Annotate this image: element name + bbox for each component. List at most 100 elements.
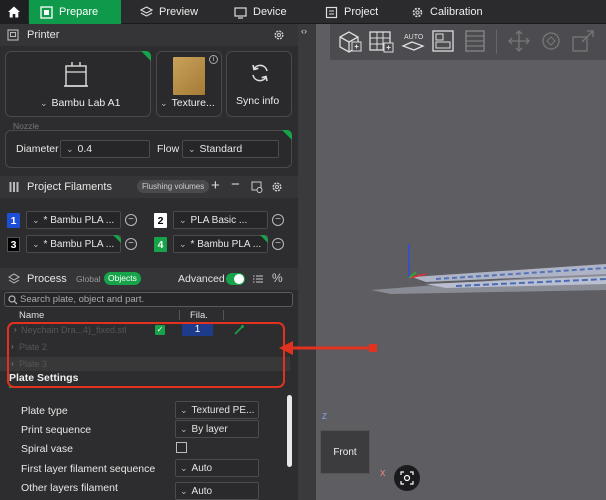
tab-preview[interactable]: Preview (140, 0, 210, 24)
move-icon[interactable] (506, 28, 532, 54)
remove-filament-2-icon[interactable]: − (272, 214, 284, 226)
diameter-select[interactable]: ⌄ 0.4 (60, 140, 150, 158)
axis-z-label: Z (322, 412, 327, 421)
add-cube-icon[interactable] (336, 28, 362, 54)
filament-name-4: * Bambu PLA ... (190, 238, 262, 250)
print-sequence-select[interactable]: ⌄ By layer (175, 420, 259, 438)
filament-select-1[interactable]: ⌄ * Bambu PLA ... (26, 211, 121, 229)
printer-model-icon (64, 62, 88, 87)
filament-icon (9, 182, 19, 192)
search-box[interactable]: Search plate, object and part. (4, 292, 293, 307)
remove-filament-4-icon[interactable]: − (272, 238, 284, 250)
info-icon[interactable]: i (209, 55, 218, 64)
highlight-box (7, 322, 285, 388)
annotation-arrow (279, 341, 377, 355)
compare-percent-icon[interactable]: % (272, 271, 283, 285)
sync-info-label: Sync info (236, 94, 280, 107)
process-icon (8, 273, 20, 284)
filament-sync-icon[interactable] (251, 181, 263, 193)
home-button[interactable] (0, 0, 28, 24)
filament-number-1: 1 (7, 213, 20, 228)
search-icon (8, 295, 18, 305)
object-list-header: Name Fila. (0, 309, 290, 321)
filaments-section-title: Project Filaments (27, 181, 112, 193)
add-plate-grid-icon[interactable] (368, 28, 394, 54)
filament-select-3[interactable]: ⌄ * Bambu PLA ... (26, 235, 121, 253)
toolbar-divider (496, 30, 497, 54)
viewport-toolbar: AUTO (330, 24, 606, 60)
tab-project[interactable]: Project (325, 0, 385, 24)
scale-icon[interactable] (570, 28, 596, 54)
chevron-down-icon: ⌄ (180, 485, 188, 496)
plate-type-select[interactable]: ⌄ Texture... (160, 97, 215, 109)
advanced-switch[interactable] (226, 273, 245, 285)
plate-type-select[interactable]: ⌄ Textured PE... (175, 401, 259, 419)
remove-filament-3-icon[interactable]: − (125, 238, 137, 250)
project-icon (325, 6, 338, 18)
column-divider (223, 310, 224, 320)
printer-select[interactable]: ⌄ Bambu Lab A1 (40, 97, 120, 109)
auto-orient-icon[interactable]: AUTO (400, 28, 426, 54)
nozzle-card: Diameter ⌄ 0.4 Flow ⌄ Standard (5, 130, 292, 168)
plate-card[interactable]: i ⌄ Texture... (156, 51, 222, 117)
filament-select-2[interactable]: ⌄ PLA Basic ... (173, 211, 268, 229)
filament-number-4: 4 (154, 237, 167, 252)
tab-device[interactable]: Device (234, 0, 294, 24)
split-plates-icon[interactable] (462, 28, 488, 54)
flow-select[interactable]: ⌄ Standard (182, 140, 279, 158)
objects-toggle[interactable]: Objects (104, 272, 141, 285)
global-toggle[interactable]: Global (76, 274, 101, 284)
other-layers-filament-label: Other layers filament (21, 482, 118, 494)
filament-4-flag (260, 235, 268, 243)
tab-device-label: Device (253, 6, 287, 18)
first-layer-filament-sequence-label: First layer filament sequence (21, 463, 156, 475)
tab-calibration-label: Calibration (430, 6, 483, 18)
diameter-value: 0.4 (77, 143, 93, 155)
chevron-down-icon: ⌄ (179, 214, 187, 225)
remove-filament-icon[interactable]: − (231, 176, 240, 193)
spiral-vase-label: Spiral vase (21, 443, 73, 455)
filament-number-3: 3 (7, 237, 20, 252)
sync-icon (252, 64, 268, 82)
printer-card[interactable]: ⌄ Bambu Lab A1 (5, 51, 151, 117)
printer-settings-gear-icon[interactable] (273, 29, 285, 41)
filament-select-4[interactable]: ⌄ * Bambu PLA ... (173, 235, 268, 253)
first-layer-sequence-select[interactable]: ⌄ Auto (175, 459, 259, 477)
other-layers-select[interactable]: ⌄ Auto (175, 482, 259, 500)
column-fila: Fila. (190, 310, 208, 321)
tab-calibration[interactable]: Calibration (411, 0, 491, 24)
list-icon[interactable] (252, 273, 264, 285)
camera-reset-button[interactable] (394, 465, 420, 491)
search-placeholder: Search plate, object and part. (20, 294, 145, 305)
textured-plate-image (173, 57, 205, 95)
tab-project-label: Project (344, 6, 379, 18)
flow-value: Standard (199, 143, 243, 155)
collapse-sidebar-icon[interactable]: ‹› (301, 26, 307, 36)
filament-settings-gear-icon[interactable] (271, 181, 283, 193)
filament-list: 1 ⌄ * Bambu PLA ... − 2 ⌄ PLA Basic ... − … (0, 208, 298, 260)
rotate-icon[interactable] (538, 28, 564, 54)
left-panel: Printer ⌄ Bambu Lab A1 i ⌄ Texture... Sync… (0, 24, 298, 500)
printer-section-title: Printer (27, 29, 60, 41)
tab-preview-label: Preview (159, 6, 199, 18)
arrange-icon[interactable] (430, 28, 456, 54)
spiral-vase-checkbox[interactable] (176, 442, 187, 453)
gear-icon (412, 7, 423, 17)
view-cube-widget[interactable]: Front Z X (314, 412, 394, 492)
chevron-down-icon: ⌄ (66, 143, 74, 154)
column-name: Name (19, 310, 45, 321)
flushing-volumes-button[interactable]: Flushing volumes (137, 180, 210, 193)
process-section-title: Process (27, 273, 67, 285)
add-filament-icon[interactable]: + (211, 177, 220, 194)
sync-info-button[interactable]: Sync info (226, 51, 292, 117)
remove-filament-1-icon[interactable]: − (125, 214, 137, 226)
chevron-down-icon: ⌄ (40, 98, 48, 108)
camera-focus-icon (400, 471, 414, 485)
printer-name: Bambu Lab A1 (51, 97, 121, 109)
filaments-section-header: Project Filaments Flushing volumes + − (0, 176, 298, 198)
view-cube-front[interactable]: Front (320, 430, 370, 474)
tab-prepare[interactable]: Prepare (29, 0, 121, 24)
chevron-down-icon: ⌄ (188, 143, 196, 154)
advanced-label: Advanced (178, 273, 225, 285)
scrollbar[interactable] (287, 395, 292, 467)
